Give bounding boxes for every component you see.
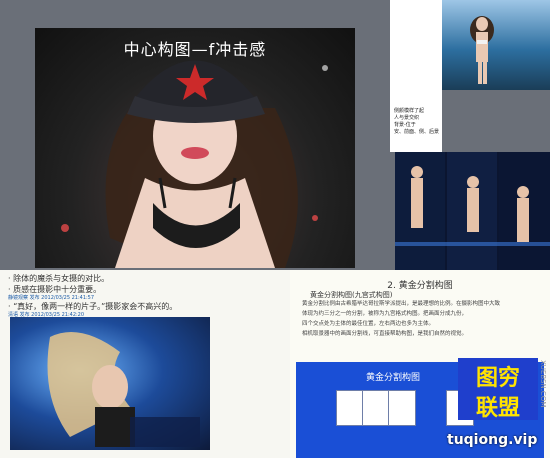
grid-cell <box>362 390 390 426</box>
slide-body-line: 相机取景器中的画面分割线，可直接帮助构图，是我们自然的视觉。 <box>302 331 468 337</box>
note-line-1: · 除体的魔杀与女摄的对比。 <box>8 274 110 283</box>
watermark-url: tuqiong.vip <box>447 432 538 448</box>
slide-body-line: 黄金分割比例由古希腊毕达哥拉斯学派提出，是最理想的比例。在摄影构图中大致 <box>302 301 501 307</box>
slide-body-line: 体现为约三分之一的分割，被称为九宫格式构图。把画面分成九份， <box>302 311 468 317</box>
watermark-logo: 图穷 联盟 <box>458 358 538 421</box>
slide-subtitle: 黄金分割构图(九宫式构图) <box>310 291 393 299</box>
main-title: 中心构图—f冲击感 <box>123 40 267 59</box>
notes-line: 背景-位于 <box>394 122 416 128</box>
slide-body-line: 四个交点处为主体的最佳位置，左右两边也多为主体。 <box>302 321 435 327</box>
watermark-line-2: 联盟 <box>475 396 520 421</box>
blue-hair-photo <box>10 317 210 450</box>
notes-text: 侧颜模样了起 人与景交织 背景-位于 安、前面、侧、后景 <box>394 108 440 136</box>
beach-photo <box>442 0 550 90</box>
notes-line: 安、前面、侧、后景 <box>394 129 440 135</box>
watermark-side-text: XUEBSN.COM <box>539 360 547 408</box>
main-photo-illustration <box>61 60 328 268</box>
blue-hair-illustration <box>47 332 200 447</box>
main-photo-panel: 中心构图—f冲击感 <box>35 28 355 268</box>
notes-post-panel: · 除体的魔杀与女摄的对比。 · 质感在摄影中十分重要。 静镜观察 发布 201… <box>0 270 290 458</box>
notes-line: 侧颜模样了起 <box>394 108 425 114</box>
night-photos-panel <box>395 152 550 272</box>
notes-panel: 侧颜模样了起 人与景交织 背景-位于 安、前面、侧、后景 <box>390 0 442 152</box>
watermark-line-1: 图穷 <box>475 366 520 391</box>
diagram-title: 黄金分割构图 <box>366 373 421 383</box>
grid-cell <box>388 390 416 426</box>
grid-cell <box>336 390 364 426</box>
post-meta-1: 静镜观察 发布 2012/03/25 21:41:57 <box>8 295 95 301</box>
notes-line: 人与景交织 <box>394 115 420 121</box>
beach-photo-illustration <box>470 16 494 84</box>
night-photos-illustration <box>395 152 550 272</box>
